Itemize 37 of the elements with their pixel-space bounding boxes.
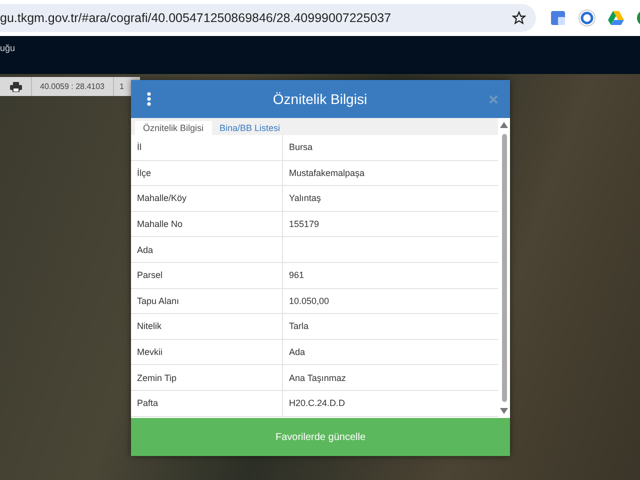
scrollbar-thumb[interactable] [502,134,506,402]
attribute-label: Mahalle/Köy [131,186,283,211]
scroll-up-icon[interactable] [500,122,508,128]
attribute-value: Tarla [288,320,310,334]
scroll-down-icon[interactable] [500,408,508,414]
drive-icon[interactable] [608,11,624,25]
attribute-value: Yalıntaş [288,192,322,206]
attribute-value: 155179 [288,218,320,232]
attribute-value: Mustafakemalpaşa [288,166,366,180]
attribute-value: 10.050,00 [288,294,330,308]
dialog-title: Öznitelik Bilgisi [272,91,368,107]
tab[interactable]: Bina/BB Listesi [212,121,288,135]
attribute-label: Zemin Tip [131,365,283,390]
printer-icon [10,82,22,92]
attribute-label: Tapu Alanı [131,288,283,314]
site-title: uğu [0,43,16,53]
attribute-label: Parsel [131,262,283,288]
attribute-value: H20.C.24.D.D [288,397,346,410]
attribute-value: 961 [288,269,306,282]
address-bar[interactable]: gu.tkgm.gov.tr/#ara/cografi/40.005471250869846/28.40999007225037 [0,4,536,32]
attribute-label: Mevkii [131,340,283,364]
tab[interactable]: Öznitelik Bilgisi [135,121,212,135]
extension-icon[interactable] [578,9,596,27]
zoom-level-text: 1 [118,82,124,91]
attribute-label: Ada [131,237,283,262]
attribute-value: Ana Taşınmaz [288,372,347,385]
star-icon[interactable] [512,11,526,25]
menu-icon[interactable] [147,92,151,106]
attribute-label: İl [131,135,283,160]
attribute-label: Pafta [131,390,283,416]
attribute-value: Ada [288,346,306,360]
attribute-value: Bursa [288,141,314,154]
coordinates-text: 40.0059 : 28.4103 [32,77,114,96]
attribute-label: Nitelik [131,314,283,339]
url-text: gu.tkgm.gov.tr/#ara/cografi/40.005471250869846/28.40999007225037 [0,11,392,25]
attribute-label: İlçe [131,160,283,186]
attribute-label: Mahalle No [131,212,283,236]
